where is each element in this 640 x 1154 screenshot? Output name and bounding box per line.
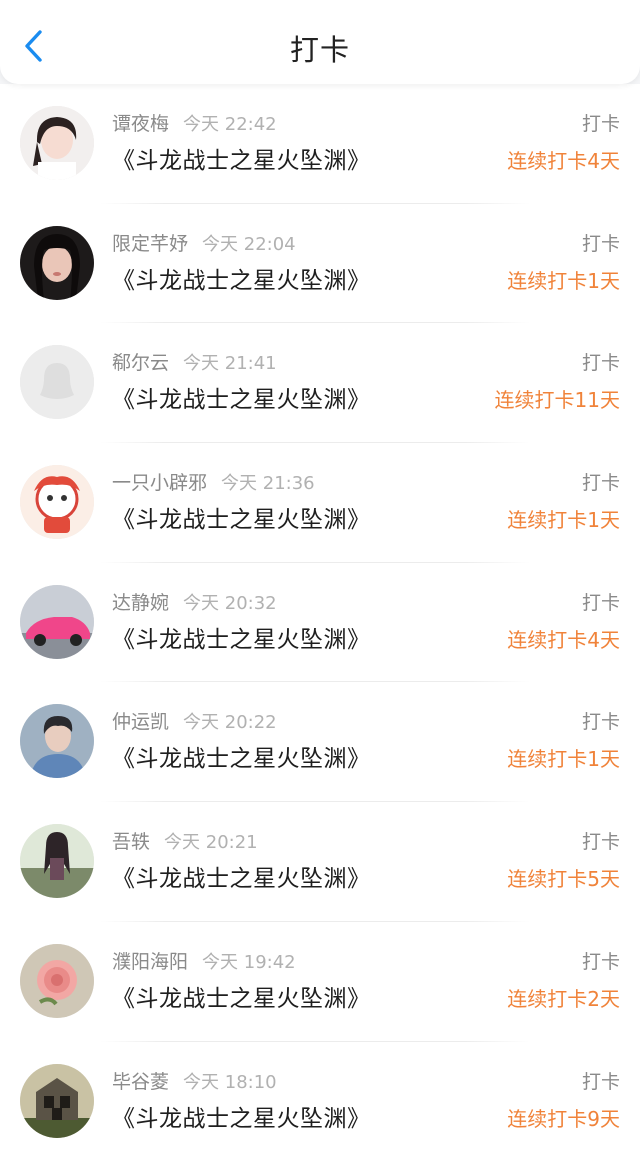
user-name: 一只小辟邪 今天 21:36 [112, 472, 315, 495]
book-title: 《斗龙战士之星火坠渊》 [112, 507, 371, 534]
checkin-time: 今天 20:22 [183, 712, 277, 734]
book-title: 《斗龙战士之星火坠渊》 [112, 148, 371, 174]
avatar[interactable] [20, 704, 94, 779]
user-name: 限定芊妤 今天 22:04 [112, 232, 296, 255]
streak-label: 连续打卡2天 [507, 986, 620, 1011]
checkin-tag: 打卡 [581, 352, 620, 375]
list-item[interactable]: 达静婉 今天 20:32 《斗龙战士之星火坠渊》 打卡 连续打卡4天 [0, 563, 640, 683]
page-title: 打卡 [289, 33, 350, 67]
list-item[interactable]: 郗尔云 今天 21:41 《斗龙战士之星火坠渊》 打卡 连续打卡11天 [0, 323, 640, 444]
list-item[interactable]: 一只小辟邪 今天 21:36 《斗龙战士之星火坠渊》 打卡 连续打卡1天 [0, 443, 640, 563]
checkin-tag: 打卡 [581, 711, 620, 734]
user-name: 郗尔云 今天 21:41 [112, 352, 277, 375]
avatar[interactable] [20, 465, 94, 540]
checkin-time: 今天 20:21 [164, 832, 258, 854]
avatar[interactable] [20, 106, 94, 180]
checkin-time: 今天 19:42 [202, 951, 296, 973]
checkin-tag: 打卡 [581, 950, 620, 973]
avatar[interactable] [20, 1063, 94, 1138]
book-title: 《斗龙战士之星火坠渊》 [112, 746, 371, 773]
user-name: 达静婉 今天 20:32 [112, 591, 277, 614]
streak-label: 连续打卡4天 [507, 627, 620, 652]
user-name: 谭夜梅 今天 22:42 [112, 113, 277, 135]
streak-label: 连续打卡9天 [507, 1106, 620, 1131]
user-name: 吾轶 今天 20:21 [112, 831, 258, 854]
book-title: 《斗龙战士之星火坠渊》 [112, 1105, 371, 1132]
avatar[interactable] [20, 225, 94, 300]
streak-label: 连续打卡1天 [507, 268, 620, 293]
checkin-list: 谭夜梅 今天 22:42 《斗龙战士之星火坠渊》 打卡 连续打卡4天 限定芊妤 今天… [0, 84, 640, 1154]
checkin-tag: 打卡 [581, 472, 620, 495]
avatar[interactable] [20, 584, 94, 659]
checkin-tag: 打卡 [581, 113, 620, 135]
book-title: 《斗龙战士之星火坠渊》 [112, 267, 371, 294]
avatar[interactable] [20, 824, 94, 899]
checkin-time: 今天 22:04 [202, 233, 296, 255]
streak-label: 连续打卡5天 [507, 867, 620, 892]
checkin-tag: 打卡 [581, 831, 620, 854]
streak-label: 连续打卡1天 [507, 508, 620, 533]
checkin-tag: 打卡 [581, 232, 620, 255]
list-item[interactable]: 仲运凯 今天 20:22 《斗龙战士之星火坠渊》 打卡 连续打卡1天 [0, 682, 640, 803]
streak-label: 连续打卡4天 [507, 149, 620, 173]
list-item[interactable]: 限定芊妤 今天 22:04 《斗龙战士之星火坠渊》 打卡 连续打卡1天 [0, 204, 640, 324]
book-title: 《斗龙战士之星火坠渊》 [112, 866, 371, 893]
checkin-time: 今天 18:10 [183, 1071, 277, 1093]
book-title: 《斗龙战士之星火坠渊》 [112, 985, 371, 1012]
list-item[interactable]: 吾轶 今天 20:21 《斗龙战士之星火坠渊》 打卡 连续打卡5天 [0, 802, 640, 922]
checkin-tag: 打卡 [581, 1070, 620, 1093]
user-name: 仲运凯 今天 20:22 [112, 711, 277, 734]
checkin-time: 今天 22:42 [183, 114, 277, 135]
user-name: 濮阳海阳 今天 19:42 [112, 950, 296, 973]
book-title: 《斗龙战士之星火坠渊》 [112, 626, 371, 653]
avatar[interactable] [20, 345, 94, 420]
checkin-time: 今天 21:41 [183, 353, 277, 375]
checkin-time: 今天 20:32 [183, 592, 277, 614]
checkin-time: 今天 21:36 [221, 473, 315, 495]
top-bar: 打卡 [0, 0, 640, 84]
list-item[interactable]: 濮阳海阳 今天 19:42 《斗龙战士之星火坠渊》 打卡 连续打卡2天 [0, 922, 640, 1042]
avatar[interactable] [20, 943, 94, 1018]
checkin-tag: 打卡 [581, 591, 620, 614]
list-item[interactable]: 谭夜梅 今天 22:42 《斗龙战士之星火坠渊》 打卡 连续打卡4天 [0, 84, 640, 204]
list-item[interactable]: 毕谷菱 今天 18:10 《斗龙战士之星火坠渊》 打卡 连续打卡9天 [0, 1042, 640, 1154]
streak-label: 连续打卡11天 [494, 388, 620, 413]
streak-label: 连续打卡1天 [507, 747, 620, 772]
user-name: 毕谷菱 今天 18:10 [112, 1070, 277, 1093]
book-title: 《斗龙战士之星火坠渊》 [112, 387, 371, 414]
